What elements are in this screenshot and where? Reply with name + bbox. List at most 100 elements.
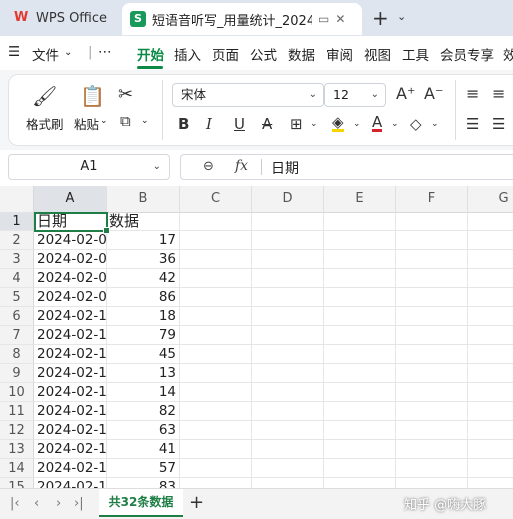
cell-a[interactable]: 2024-02-0	[34, 288, 107, 307]
cell-empty[interactable]	[180, 364, 252, 383]
cell-b[interactable]: 63	[107, 421, 180, 440]
cell-empty[interactable]	[468, 478, 513, 488]
cell-empty[interactable]	[324, 326, 396, 345]
font-size-select[interactable]: 12 ⌄	[324, 83, 386, 107]
cell-empty[interactable]	[252, 383, 324, 402]
cell-empty[interactable]	[252, 364, 324, 383]
menu-formula[interactable]: 公式	[250, 44, 277, 64]
add-sheet-icon[interactable]: +	[189, 492, 204, 513]
cell-empty[interactable]	[396, 383, 468, 402]
prev-sheet-icon[interactable]: ‹	[34, 496, 39, 511]
cell-a[interactable]: 2024-02-1	[34, 307, 107, 326]
border-chevron-icon[interactable]: ⌄	[310, 119, 318, 129]
fx-icon[interactable]: fx	[235, 158, 248, 174]
cell-b[interactable]: 82	[107, 402, 180, 421]
cell-b[interactable]: 45	[107, 345, 180, 364]
cell-empty[interactable]	[252, 440, 324, 459]
menu-page[interactable]: 页面	[212, 44, 239, 64]
cell-empty[interactable]	[468, 421, 513, 440]
cell-empty[interactable]	[180, 459, 252, 478]
last-sheet-icon[interactable]: ›|	[74, 496, 84, 511]
select-all-corner[interactable]	[0, 186, 34, 212]
bold-icon[interactable]: B	[178, 115, 189, 133]
cell-a[interactable]: 2024-02-1	[34, 402, 107, 421]
paste-label[interactable]: 粘贴	[74, 114, 99, 133]
cell-a[interactable]: 2024-02-1	[34, 459, 107, 478]
menu-insert[interactable]: 插入	[174, 44, 201, 64]
paste-icon[interactable]: 📋	[80, 84, 105, 108]
cell-b[interactable]: 42	[107, 269, 180, 288]
row-header[interactable]: 12	[0, 421, 34, 440]
cell-empty[interactable]	[468, 326, 513, 345]
cell-empty[interactable]	[324, 402, 396, 421]
cell-a[interactable]: 日期	[34, 212, 107, 231]
cell-empty[interactable]	[180, 345, 252, 364]
cell-empty[interactable]	[468, 440, 513, 459]
menu-home[interactable]: 开始	[137, 44, 164, 64]
row-header[interactable]: 5	[0, 288, 34, 307]
cell-empty[interactable]	[252, 459, 324, 478]
spreadsheet-grid[interactable]: A B C D E F G 1 日期 数据 2 2024-02-0 17 3 2024-02-…	[0, 186, 513, 488]
cell-empty[interactable]	[252, 402, 324, 421]
cell-empty[interactable]	[324, 250, 396, 269]
cell-empty[interactable]	[396, 288, 468, 307]
next-sheet-icon[interactable]: ›	[56, 496, 61, 511]
cell-a[interactable]: 2024-02-1	[34, 364, 107, 383]
row-header[interactable]: 15	[0, 478, 34, 488]
cell-empty[interactable]	[252, 288, 324, 307]
cell-empty[interactable]	[180, 383, 252, 402]
cell-empty[interactable]	[252, 231, 324, 250]
menu-effects[interactable]: 效	[503, 44, 513, 64]
cell-empty[interactable]	[180, 478, 252, 488]
cell-b[interactable]: 57	[107, 459, 180, 478]
align-top-icon[interactable]: ≡	[466, 84, 479, 103]
cell-a[interactable]: 2024-02-1	[34, 326, 107, 345]
cell-empty[interactable]	[396, 326, 468, 345]
italic-icon[interactable]: I	[206, 115, 212, 133]
cell-empty[interactable]	[396, 345, 468, 364]
underline-icon[interactable]: U	[234, 115, 245, 133]
cell-empty[interactable]	[180, 269, 252, 288]
row-header[interactable]: 6	[0, 307, 34, 326]
cell-b[interactable]: 36	[107, 250, 180, 269]
zoom-icon[interactable]: ⊖	[203, 159, 214, 174]
copy-chevron-icon[interactable]: ⌄	[141, 116, 149, 126]
row-header[interactable]: 8	[0, 345, 34, 364]
column-header-g[interactable]: G	[468, 186, 513, 212]
cell-empty[interactable]	[252, 212, 324, 231]
align-middle-icon[interactable]: ≡	[492, 84, 505, 103]
row-header[interactable]: 1	[0, 212, 34, 231]
cell-empty[interactable]	[252, 269, 324, 288]
cell-empty[interactable]	[468, 212, 513, 231]
font-color-icon[interactable]: A	[372, 115, 383, 132]
menu-view[interactable]: 视图	[364, 44, 391, 64]
cell-a[interactable]: 2024-02-1	[34, 421, 107, 440]
cell-empty[interactable]	[324, 478, 396, 488]
column-header-f[interactable]: F	[396, 186, 468, 212]
cell-a[interactable]: 2024-02-0	[34, 231, 107, 250]
cut-icon[interactable]: ✂	[118, 84, 133, 105]
cell-empty[interactable]	[468, 402, 513, 421]
row-header[interactable]: 13	[0, 440, 34, 459]
cell-empty[interactable]	[180, 421, 252, 440]
decrease-font-icon[interactable]: A⁻	[424, 84, 443, 103]
cell-empty[interactable]	[468, 459, 513, 478]
cell-empty[interactable]	[180, 250, 252, 269]
cell-b[interactable]: 83	[107, 478, 180, 488]
cell-empty[interactable]	[324, 421, 396, 440]
cell-a[interactable]: 2024-02-0	[34, 250, 107, 269]
menu-review[interactable]: 审阅	[326, 44, 353, 64]
cell-b[interactable]: 17	[107, 231, 180, 250]
align-center-icon[interactable]: ☰	[492, 115, 505, 133]
column-header-c[interactable]: C	[180, 186, 252, 212]
cell-a[interactable]: 2024-02-1	[34, 478, 107, 488]
cell-empty[interactable]	[180, 402, 252, 421]
cell-empty[interactable]	[396, 478, 468, 488]
cell-empty[interactable]	[324, 288, 396, 307]
cell-empty[interactable]	[468, 231, 513, 250]
cell-empty[interactable]	[468, 269, 513, 288]
column-header-a[interactable]: A	[34, 186, 107, 212]
cell-empty[interactable]	[468, 307, 513, 326]
row-header[interactable]: 9	[0, 364, 34, 383]
cell-empty[interactable]	[468, 364, 513, 383]
